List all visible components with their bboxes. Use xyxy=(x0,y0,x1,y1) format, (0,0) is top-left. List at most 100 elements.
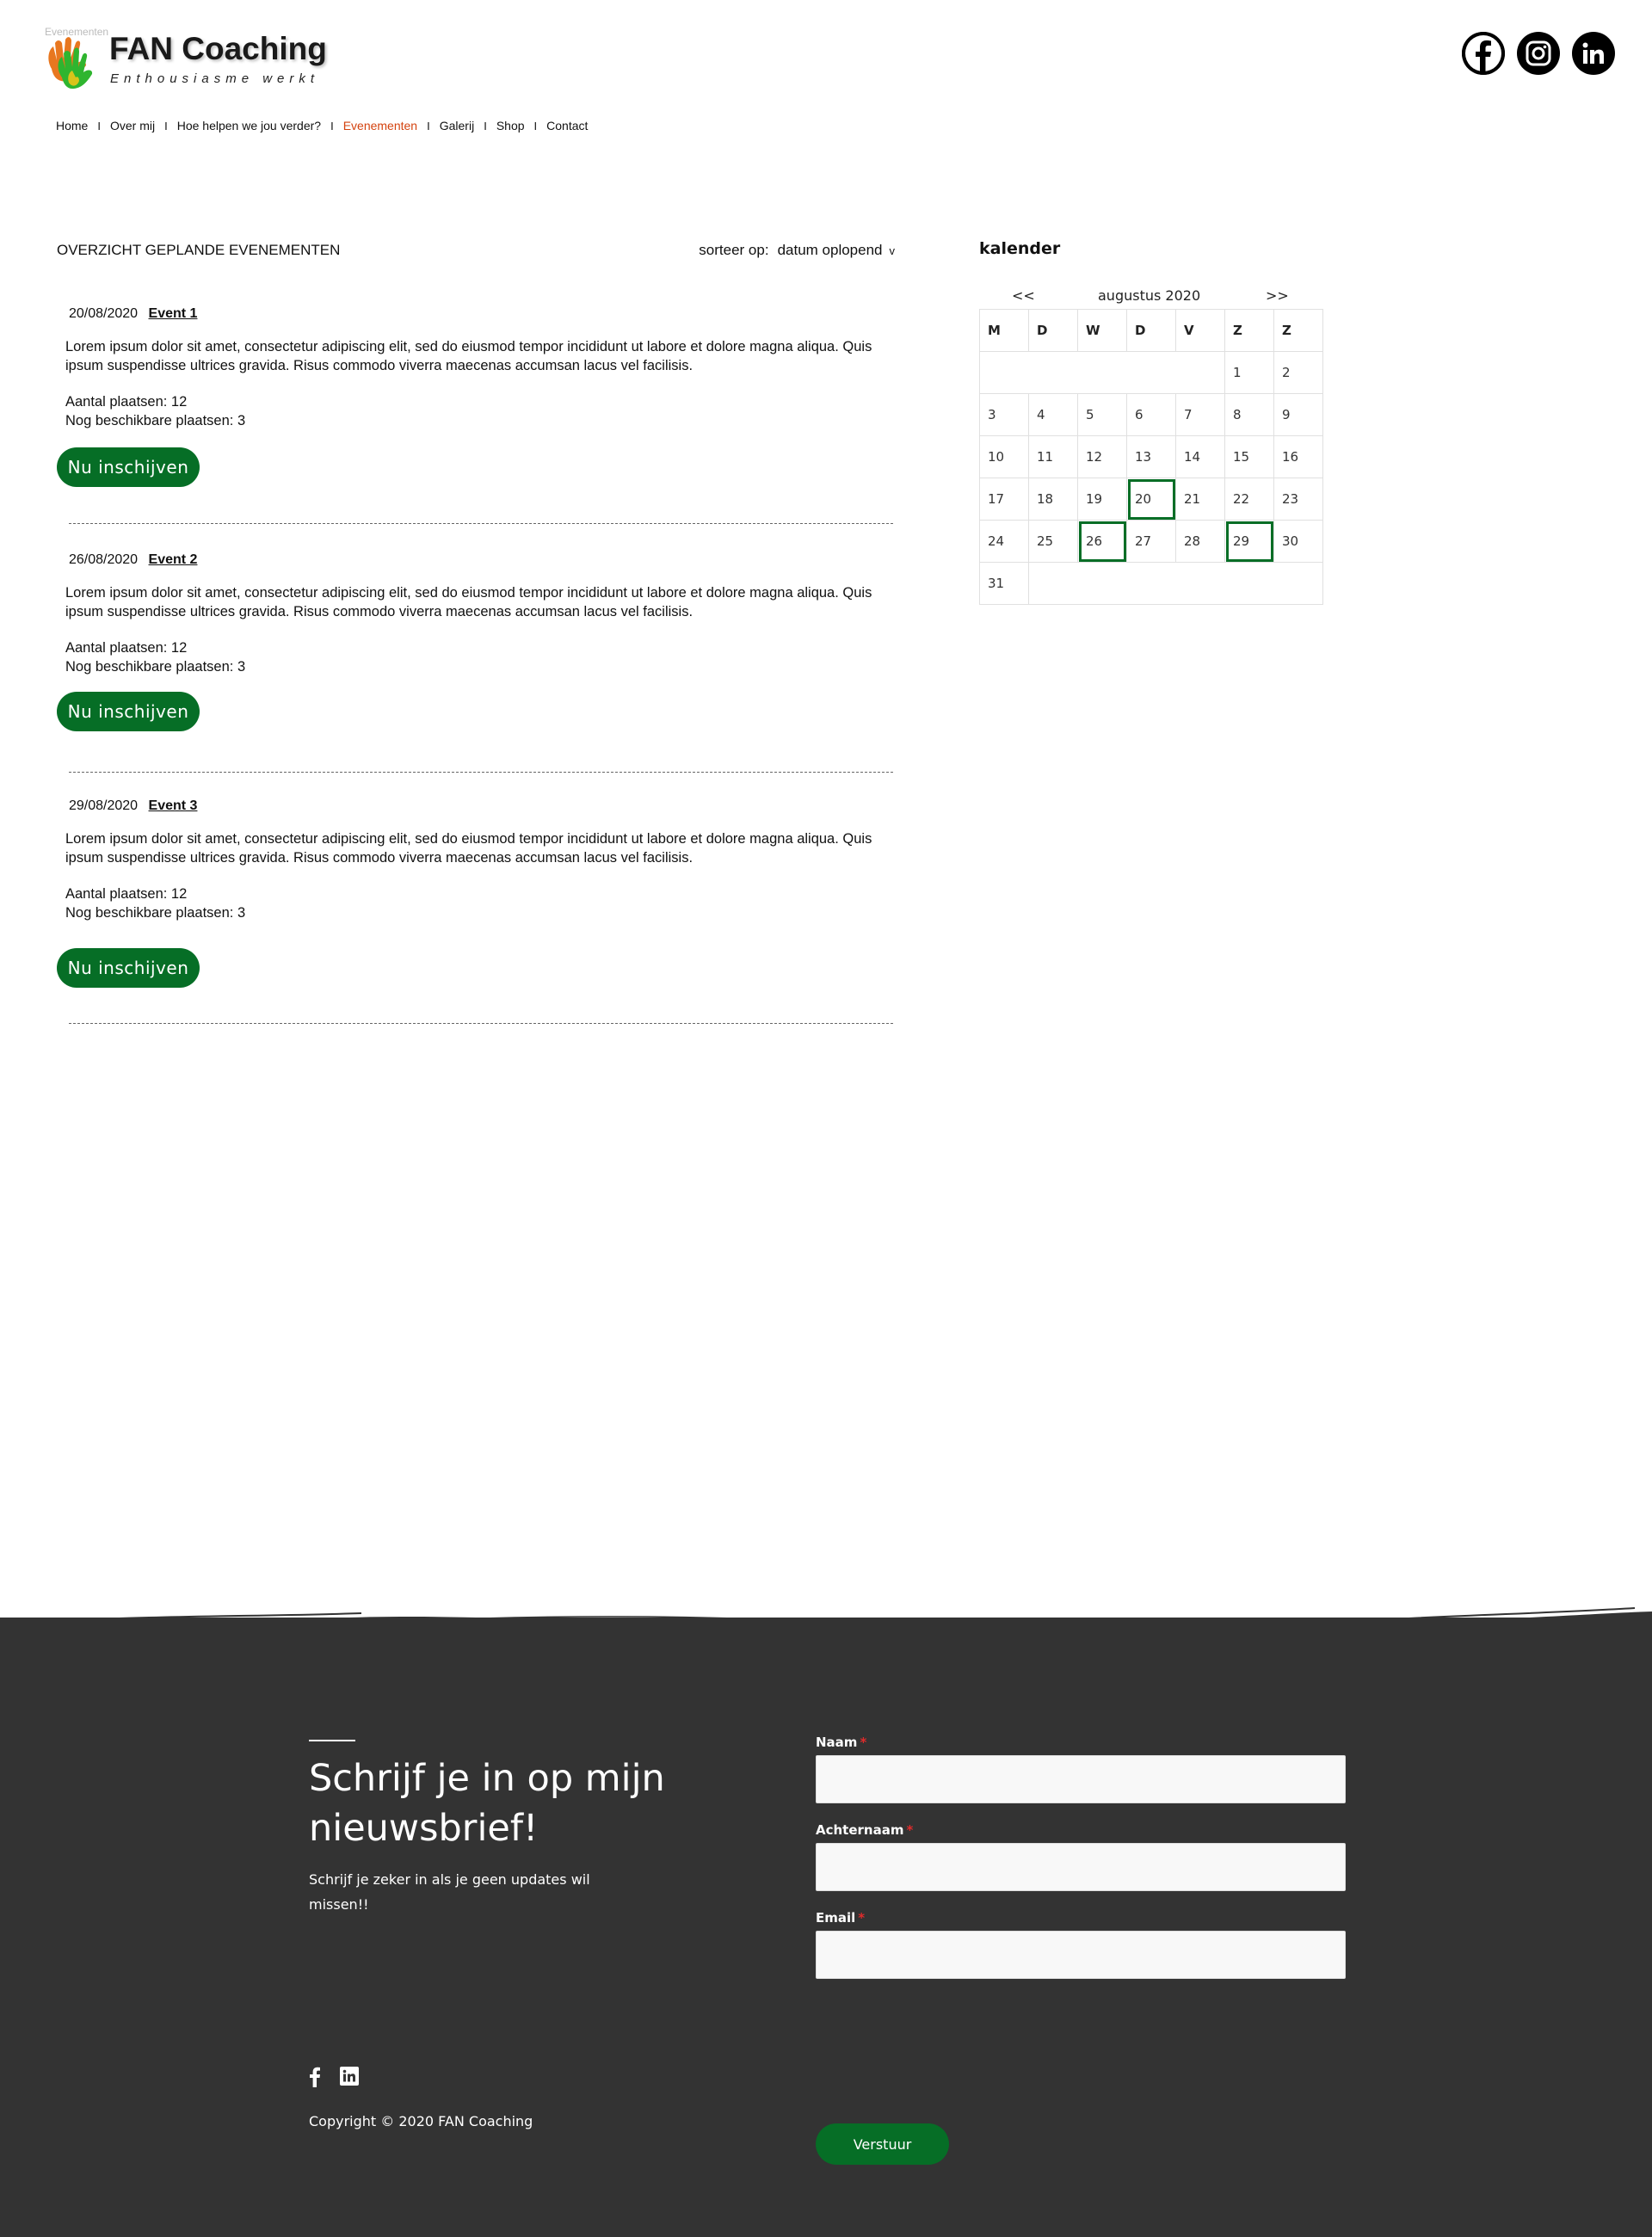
calendar-event-day[interactable]: 26 xyxy=(1077,520,1127,563)
facebook-icon xyxy=(310,2067,320,2087)
calendar-day: 22 xyxy=(1224,478,1274,521)
calendar-day: 25 xyxy=(1028,520,1078,563)
calendar-day: 16 xyxy=(1273,435,1323,478)
calendar-week-row: 17 18 19 20 21 22 23 xyxy=(979,478,1323,521)
calendar-weekday-row: MDWDVZZ xyxy=(979,309,1323,352)
brand-title: FAN Coaching xyxy=(109,31,327,66)
event-total-places: Aantal plaatsen: 12 xyxy=(65,394,188,410)
event-available-places: Nog beschikbare plaatsen: 3 xyxy=(65,659,246,675)
calendar-weekday: Z xyxy=(1224,309,1274,352)
calendar-empty-cell xyxy=(1028,562,1323,605)
nav-separator: I xyxy=(97,119,101,132)
calendar-day: 19 xyxy=(1077,478,1127,521)
brand-tagline: Enthousiasme werkt xyxy=(110,71,320,86)
calendar-prev-button[interactable]: << xyxy=(1012,287,1035,304)
footer-facebook-link[interactable] xyxy=(309,2067,321,2087)
event-meta: 29/08/2020 Event 3 xyxy=(57,798,903,814)
nav-separator: I xyxy=(484,119,487,132)
calendar-weekday: W xyxy=(1077,309,1127,352)
event-meta: 26/08/2020 Event 2 xyxy=(57,552,903,568)
calendar-day: 8 xyxy=(1224,393,1274,436)
chevron-down-icon: v xyxy=(889,243,896,257)
achternaam-input[interactable] xyxy=(816,1843,1346,1891)
event-divider xyxy=(69,523,893,524)
event-date: 29/08/2020 xyxy=(69,798,139,813)
nav-item-galerij[interactable]: Galerij xyxy=(440,119,474,132)
nav-item-home[interactable]: Home xyxy=(56,119,88,132)
calendar-day: 2 xyxy=(1273,351,1323,394)
event-description: Lorem ipsum dolor sit amet, consectetur … xyxy=(65,585,872,619)
event-available-places: Nog beschikbare plaatsen: 3 xyxy=(65,905,246,921)
event-available-places: Nog beschikbare plaatsen: 3 xyxy=(65,413,246,428)
calendar-event-day[interactable]: 29 xyxy=(1224,520,1274,563)
email-input[interactable] xyxy=(816,1931,1346,1979)
linkedin-icon xyxy=(340,2067,359,2086)
naam-input[interactable] xyxy=(816,1755,1346,1803)
calendar-day: 10 xyxy=(979,435,1029,478)
event-places: Aantal plaatsen: 12 Nog beschikbare plaa… xyxy=(57,884,903,922)
calendar-event-day[interactable]: 20 xyxy=(1126,478,1176,521)
newsletter-form: Naam * Achternaam * Email * xyxy=(816,1735,1346,1998)
calendar-day: 31 xyxy=(979,562,1029,605)
calendar-week-row: 24 25 26 27 28 29 30 xyxy=(979,520,1323,563)
field-naam: Naam * xyxy=(816,1735,1346,1803)
calendar-weekday: M xyxy=(979,309,1029,352)
nav-item-hoe-helpen[interactable]: Hoe helpen we jou verder? xyxy=(177,119,321,132)
calendar-day: 28 xyxy=(1175,520,1225,563)
sort-dropdown[interactable]: datum oplopend v xyxy=(778,242,895,259)
facebook-link[interactable] xyxy=(1462,32,1505,75)
instagram-link[interactable] xyxy=(1517,32,1560,75)
event-name-link[interactable]: Event 3 xyxy=(149,798,198,813)
calendar-day: 30 xyxy=(1273,520,1323,563)
field-email: Email * xyxy=(816,1910,1346,1979)
calendar-month: augustus 2020 xyxy=(1098,287,1201,304)
calendar-grid: M D W D V Z Z 1 2 3 4 5 6 7 8 9 10 11 12 13 14 15 16 17 18 19 20 21… xyxy=(979,309,1323,605)
calendar-day: 1 xyxy=(1224,351,1274,394)
header-social-links xyxy=(1462,32,1615,75)
naam-label: Naam * xyxy=(816,1735,867,1750)
submit-button[interactable]: Verstuur xyxy=(816,2123,949,2165)
newsletter-heading: Schrijf je in op mijn nieuwsbrief! xyxy=(309,1757,665,1850)
facebook-icon xyxy=(1462,32,1505,75)
nav-item-contact[interactable]: Contact xyxy=(546,119,588,132)
event-total-places: Aantal plaatsen: 12 xyxy=(65,640,188,656)
nav-item-shop[interactable]: Shop xyxy=(496,119,525,132)
logo[interactable]: FAN Coaching Enthousiasme werkt xyxy=(43,29,404,98)
linkedin-link[interactable] xyxy=(1572,32,1615,75)
calendar-day: 21 xyxy=(1175,478,1225,521)
calendar-day: 5 xyxy=(1077,393,1127,436)
events-title: OVERZICHT GEPLANDE EVENEMENTEN xyxy=(57,242,341,258)
field-achternaam: Achternaam * xyxy=(816,1822,1346,1891)
nav-separator: I xyxy=(533,119,538,132)
signup-button[interactable]: Nu inschijven xyxy=(57,692,200,731)
calendar-week-row: 10 11 12 13 14 15 16 xyxy=(979,435,1323,478)
calendar-day: 13 xyxy=(1126,435,1176,478)
footer-social-links xyxy=(309,2067,359,2087)
nav-separator: I xyxy=(164,119,168,132)
event-divider xyxy=(69,772,893,773)
signup-button[interactable]: Nu inschijven xyxy=(57,948,200,988)
calendar-day: 17 xyxy=(979,478,1029,521)
event-card: 20/08/2020 Event 1 Lorem ipsum dolor sit… xyxy=(57,306,903,487)
calendar-day: 3 xyxy=(979,393,1029,436)
event-divider xyxy=(69,1023,893,1024)
site-footer: Schrijf je in op mijn nieuwsbrief! Schri… xyxy=(0,1618,1652,2237)
event-places: Aantal plaatsen: 12 Nog beschikbare plaa… xyxy=(57,638,903,676)
event-name-link[interactable]: Event 2 xyxy=(149,552,198,567)
events-header: OVERZICHT GEPLANDE EVENEMENTEN sorteer o… xyxy=(57,238,895,264)
calendar-day: 23 xyxy=(1273,478,1323,521)
calendar-week-row: 31 xyxy=(979,562,1323,605)
calendar-next-button[interactable]: >> xyxy=(1266,287,1289,304)
calendar-week-row: 12 xyxy=(979,351,1323,394)
signup-button[interactable]: Nu inschijven xyxy=(57,447,200,487)
event-description: Lorem ipsum dolor sit amet, consectetur … xyxy=(65,339,872,373)
email-label: Email * xyxy=(816,1910,866,1926)
event-name-link[interactable]: Event 1 xyxy=(149,306,198,321)
calendar-weekday: V xyxy=(1175,309,1225,352)
calendar-nav: << augustus 2020 >> xyxy=(979,287,1323,306)
nav-item-over-mij[interactable]: Over mij xyxy=(110,119,155,132)
nav-item-evenementen[interactable]: Evenementen xyxy=(343,119,417,132)
footer-linkedin-link[interactable] xyxy=(340,2067,359,2087)
event-meta: 20/08/2020 Event 1 xyxy=(57,306,903,322)
calendar-day: 24 xyxy=(979,520,1029,563)
